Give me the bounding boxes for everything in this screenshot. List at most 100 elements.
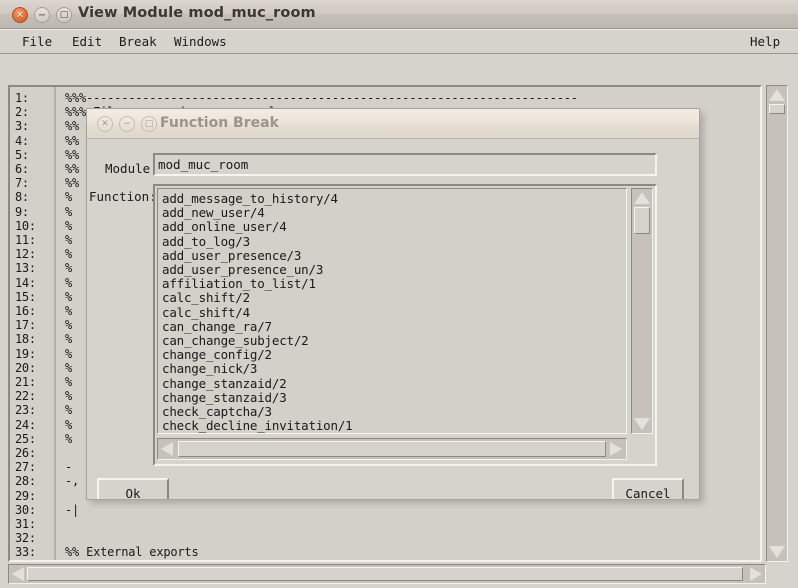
line-number: 7: [15,176,29,191]
line-number: 26: [15,446,36,460]
code-line: %% [65,147,80,162]
menu-file[interactable]: File [16,33,58,50]
function-list-item[interactable]: add_user_presence_un/3 [162,262,323,277]
line-number: 25: [15,431,36,446]
line-number: 23: [15,403,36,418]
code-line: % [65,204,73,219]
function-listbox[interactable]: add_message_to_history/4 add_new_user/4 ad… [157,188,627,434]
function-list-item[interactable]: can_change_subject/2 [162,333,309,348]
function-list-item[interactable]: change_stanzaid/2 [162,376,287,391]
cancel-button[interactable]: Cancel [612,478,684,499]
function-list-item[interactable]: change_config/2 [162,347,272,362]
close-icon[interactable]: ✕ [12,7,28,23]
line-number: 1: [15,91,29,105]
module-label: Module: [105,161,158,176]
code-line: % [65,389,73,404]
code-line: % [65,261,73,276]
line-number: 11: [15,233,36,247]
module-input[interactable]: mod_muc_room [153,153,657,176]
function-list-item[interactable]: calc_shift/4 [162,305,250,320]
line-number: 29: [15,488,36,503]
line-number: 18: [15,332,36,347]
menubar: File Edit Break Windows Help [0,29,798,54]
code-line: % [65,346,73,361]
function-list-hscroll-thumb[interactable] [178,441,606,457]
scroll-right-icon[interactable] [748,566,764,582]
menu-windows[interactable]: Windows [168,33,233,50]
function-list-item[interactable]: add_message_to_history/4 [162,191,338,206]
function-list-item[interactable]: calc_shift/2 [162,290,250,305]
function-list-item[interactable]: add_online_user/4 [162,219,287,234]
line-number: 3: [15,119,29,134]
function-list-item[interactable]: affiliation_to_list/1 [162,276,316,291]
menu-break[interactable]: Break [113,33,163,50]
function-list-item[interactable]: change_stanzaid/3 [162,390,287,405]
maximize-icon[interactable]: □ [56,7,72,23]
dialog-minimize-icon[interactable]: − [119,116,135,132]
line-number: 17: [15,318,36,333]
code-line: % [65,417,73,432]
screen: ✕ − □ View Module mod_muc_room File Edit… [0,0,798,588]
editor-vertical-scrollbar[interactable] [766,85,788,562]
line-number: 31: [15,517,36,531]
function-list-item[interactable]: add_user_presence/3 [162,248,301,263]
code-line: % [65,289,73,304]
main-window-titlebar: ✕ − □ View Module mod_muc_room [0,0,798,29]
function-list-vertical-scrollbar[interactable] [631,188,653,434]
scroll-up-icon[interactable] [768,87,786,103]
line-number: 13: [15,261,36,276]
function-label: Function: [89,189,157,204]
line-number: 10: [15,218,36,233]
scroll-left-icon[interactable] [10,566,26,582]
code-line: %% [65,162,80,176]
function-list-vscroll-thumb[interactable] [634,207,650,234]
function-list-item[interactable]: can_change_ra/7 [162,319,272,334]
code-line: %% [65,119,80,134]
dialog-maximize-icon[interactable]: □ [141,116,157,132]
function-list-item[interactable]: add_to_log/3 [162,234,250,249]
function-list-horizontal-scrollbar[interactable] [157,438,627,460]
menu-edit[interactable]: Edit [66,33,108,50]
menu-help[interactable]: Help [744,33,786,50]
code-line: % [65,360,73,375]
line-number: 5: [15,147,29,162]
code-line: % [65,247,73,262]
line-number: 8: [15,190,29,205]
code-line: % [65,275,73,290]
code-line: % [65,332,73,347]
function-list-item[interactable]: change_nick/3 [162,361,257,376]
function-break-dialog: ✕ − □ Function Break Module: mod_muc_roo… [86,108,700,500]
function-list-item[interactable]: check_captcha/3 [162,404,272,419]
line-number: 14: [15,275,36,290]
code-line: %% [65,176,80,191]
line-number: 27: [15,460,36,475]
list-scroll-right-icon[interactable] [607,440,625,458]
editor-vscroll-thumb[interactable] [769,104,785,114]
line-number: 32: [15,531,36,546]
line-number: 15: [15,289,36,304]
code-line: % [65,304,73,318]
line-number: 22: [15,389,36,404]
function-list-item[interactable]: check_decline_invitation/1 [162,418,353,433]
code-line: % [65,431,73,446]
code-line: %% External exports [65,545,199,560]
gutter-separator [54,87,56,560]
editor-hscroll-thumb[interactable] [27,567,743,581]
editor-horizontal-scrollbar[interactable] [8,564,766,584]
minimize-icon[interactable]: − [34,7,50,23]
code-line: % [65,218,73,233]
code-line: -| [65,502,80,517]
line-number: 4: [15,133,29,148]
list-scroll-up-icon[interactable] [633,190,651,206]
line-number: 24: [15,417,36,432]
function-list-item[interactable]: add_new_user/4 [162,205,265,220]
line-number: 16: [15,304,36,318]
line-number: 28: [15,474,36,489]
list-scroll-down-icon[interactable] [633,416,651,432]
line-number: 9: [15,204,29,219]
list-scroll-left-icon[interactable] [159,440,177,458]
function-list-item[interactable]: check_error_kick/4 [162,432,294,433]
ok-button[interactable]: Ok [97,478,169,499]
dialog-close-icon[interactable]: ✕ [97,116,113,132]
scroll-down-icon[interactable] [768,544,786,560]
